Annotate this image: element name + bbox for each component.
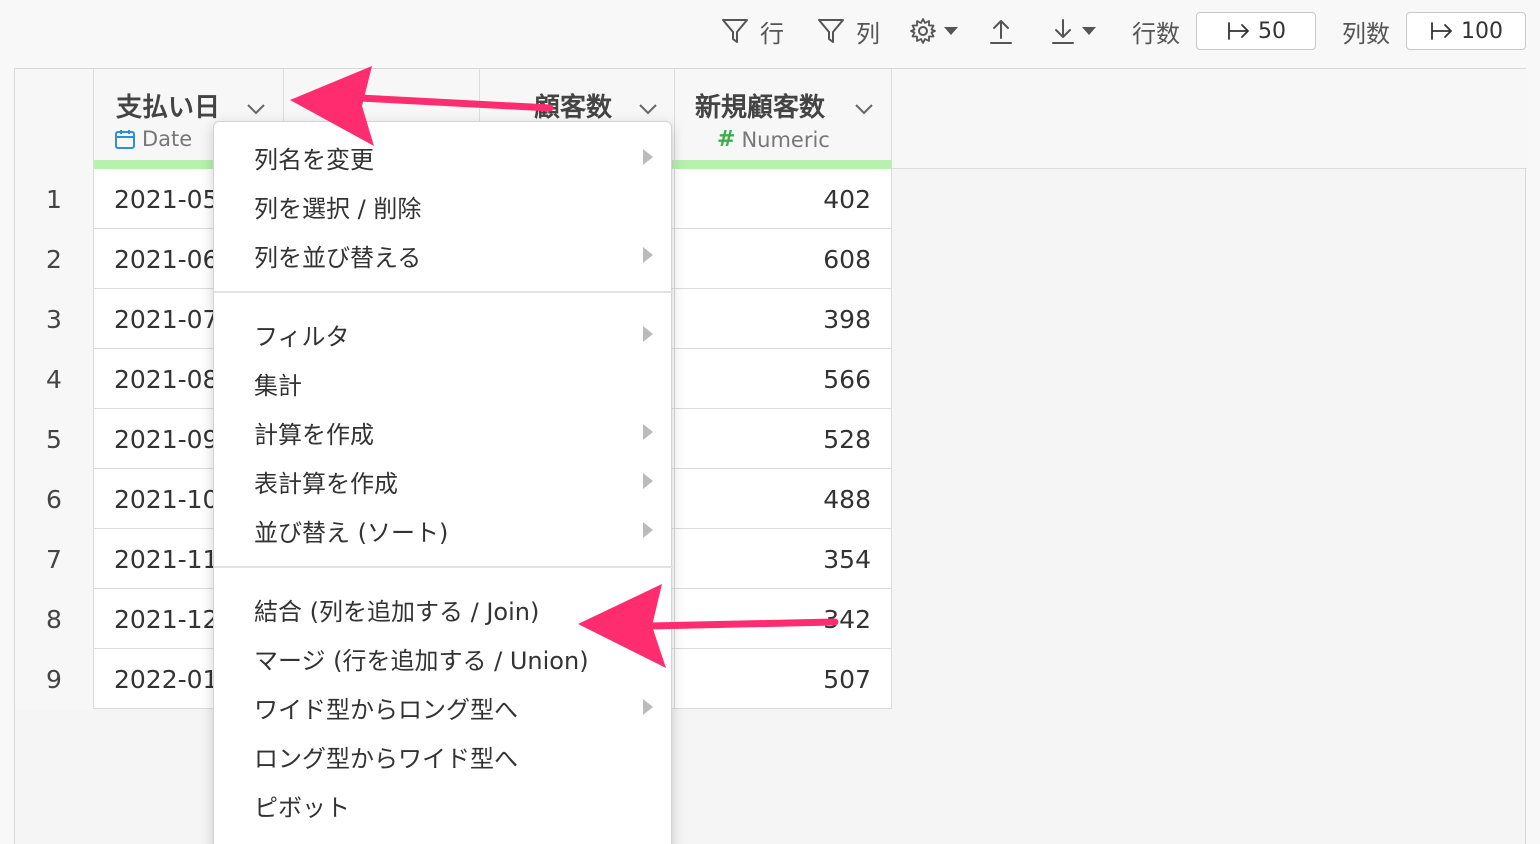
row-index: 5: [15, 409, 94, 469]
rows-limit-button[interactable]: 50: [1196, 12, 1316, 50]
menu-item[interactable]: 集計: [214, 360, 673, 406]
menu-item[interactable]: 計算を作成: [214, 409, 673, 455]
menu-item-label: ワイド型からロング型へ: [254, 695, 518, 724]
toolbar: 行 列 行数 50 列数 100: [0, 0, 1540, 64]
submenu-arrow-icon: [643, 247, 653, 263]
chevron-down-icon[interactable]: [852, 97, 876, 121]
menu-item[interactable]: 表計算を作成: [214, 458, 673, 504]
column-type-label: Numeric: [741, 127, 830, 152]
new-customers-cell: 528: [675, 409, 892, 469]
menu-separator: [214, 291, 673, 293]
submenu-arrow-icon: [643, 473, 653, 489]
row-index: 1: [15, 169, 94, 229]
column-type: Date: [114, 127, 192, 151]
step-right-icon: [1228, 22, 1249, 40]
row-index: 9: [15, 649, 94, 709]
settings-button[interactable]: [908, 12, 960, 50]
row-index: 8: [15, 589, 94, 649]
cols-limit-button[interactable]: 100: [1406, 12, 1526, 50]
menu-item-label: ピボット: [254, 793, 350, 822]
menu-item-label: マージ (行を追加する / Union): [254, 646, 589, 675]
column-type: # Numeric: [717, 127, 830, 152]
row-filter-button[interactable]: 行: [720, 12, 784, 50]
row-index: 2: [15, 229, 94, 289]
menu-item-label: 列を並び替える: [254, 243, 422, 272]
new-customers-cell: 608: [675, 229, 892, 289]
column-title: 支払い日: [116, 93, 221, 123]
new-customers-cell: 488: [675, 469, 892, 529]
chevron-down-icon[interactable]: [244, 97, 268, 121]
menu-item[interactable]: フィルタ: [214, 311, 673, 357]
menu-item-label: 列を選択 / 削除: [254, 194, 422, 223]
new-customers-cell: 354: [675, 529, 892, 589]
menu-item-label: 並び替え (ソート): [254, 518, 449, 547]
calendar-icon: [115, 130, 135, 149]
step-right-icon: [1431, 22, 1452, 40]
type-bar: [675, 160, 891, 169]
col-filter-label: 列: [856, 19, 880, 48]
menu-item[interactable]: 列を選択 / 削除: [214, 183, 673, 229]
hash-icon: #: [717, 127, 736, 152]
cols-label: 列数: [1342, 19, 1390, 48]
menu-separator: [214, 566, 673, 568]
menu-item-label: フィルタ: [254, 322, 350, 351]
menu-item[interactable]: 並び替え (ソート): [214, 507, 673, 553]
column-type-label: Date: [142, 127, 193, 151]
submenu-arrow-icon: [643, 424, 653, 440]
col-filter-button[interactable]: 列: [816, 12, 880, 50]
submenu-arrow-icon: [643, 326, 653, 342]
gear-icon: [910, 18, 936, 44]
row-index: 4: [15, 349, 94, 409]
chevron-down-icon[interactable]: [636, 97, 660, 121]
annotation-arrow-header: [290, 66, 554, 146]
menu-item-label: ロング型からワイド型へ: [254, 744, 518, 773]
column-header-new-customers[interactable]: 新規顧客数 # Numeric: [675, 69, 892, 169]
menu-item-label: 計算を作成: [254, 420, 374, 449]
filter-icon: [818, 19, 844, 43]
index-header: [15, 69, 94, 169]
download-icon: [1052, 19, 1074, 44]
menu-item[interactable]: ピボット: [214, 782, 673, 828]
caret-down-icon: [944, 27, 958, 35]
submenu-arrow-icon: [643, 699, 653, 715]
row-index: 6: [15, 469, 94, 529]
rows-limit-value: 50: [1258, 18, 1286, 44]
caret-down-icon: [1082, 27, 1096, 35]
menu-item-label: 集計: [254, 371, 302, 400]
row-index: 7: [15, 529, 94, 589]
upload-button[interactable]: [986, 12, 1016, 50]
menu-item[interactable]: 列を並び替える: [214, 232, 673, 278]
column-title: 新規顧客数: [695, 93, 826, 123]
submenu-arrow-icon: [643, 522, 653, 538]
cols-limit-value: 100: [1461, 18, 1503, 44]
download-button[interactable]: [1048, 12, 1098, 50]
menu-item-label: 表計算を作成: [254, 469, 398, 498]
row-index: 3: [15, 289, 94, 349]
row-filter-label: 行: [760, 19, 784, 48]
upload-icon: [990, 20, 1012, 44]
rows-label: 行数: [1132, 19, 1180, 48]
menu-item[interactable]: ロング型からワイド型へ: [214, 733, 673, 779]
new-customers-cell: 566: [675, 349, 892, 409]
column-context-menu: 列名を変更 列を選択 / 削除 列を並び替える フィルタ 集計 計算を作成 表計算を作成 並び…: [213, 121, 673, 844]
menu-item[interactable]: ワイド型からロング型へ: [214, 684, 673, 730]
menu-item-label: 結合 (列を追加する / Join): [254, 597, 540, 626]
new-customers-cell: 398: [675, 289, 892, 349]
filter-icon: [722, 19, 748, 43]
new-customers-cell: 402: [675, 169, 892, 229]
annotation-arrow-join: [578, 584, 839, 668]
submenu-arrow-icon: [643, 149, 653, 165]
